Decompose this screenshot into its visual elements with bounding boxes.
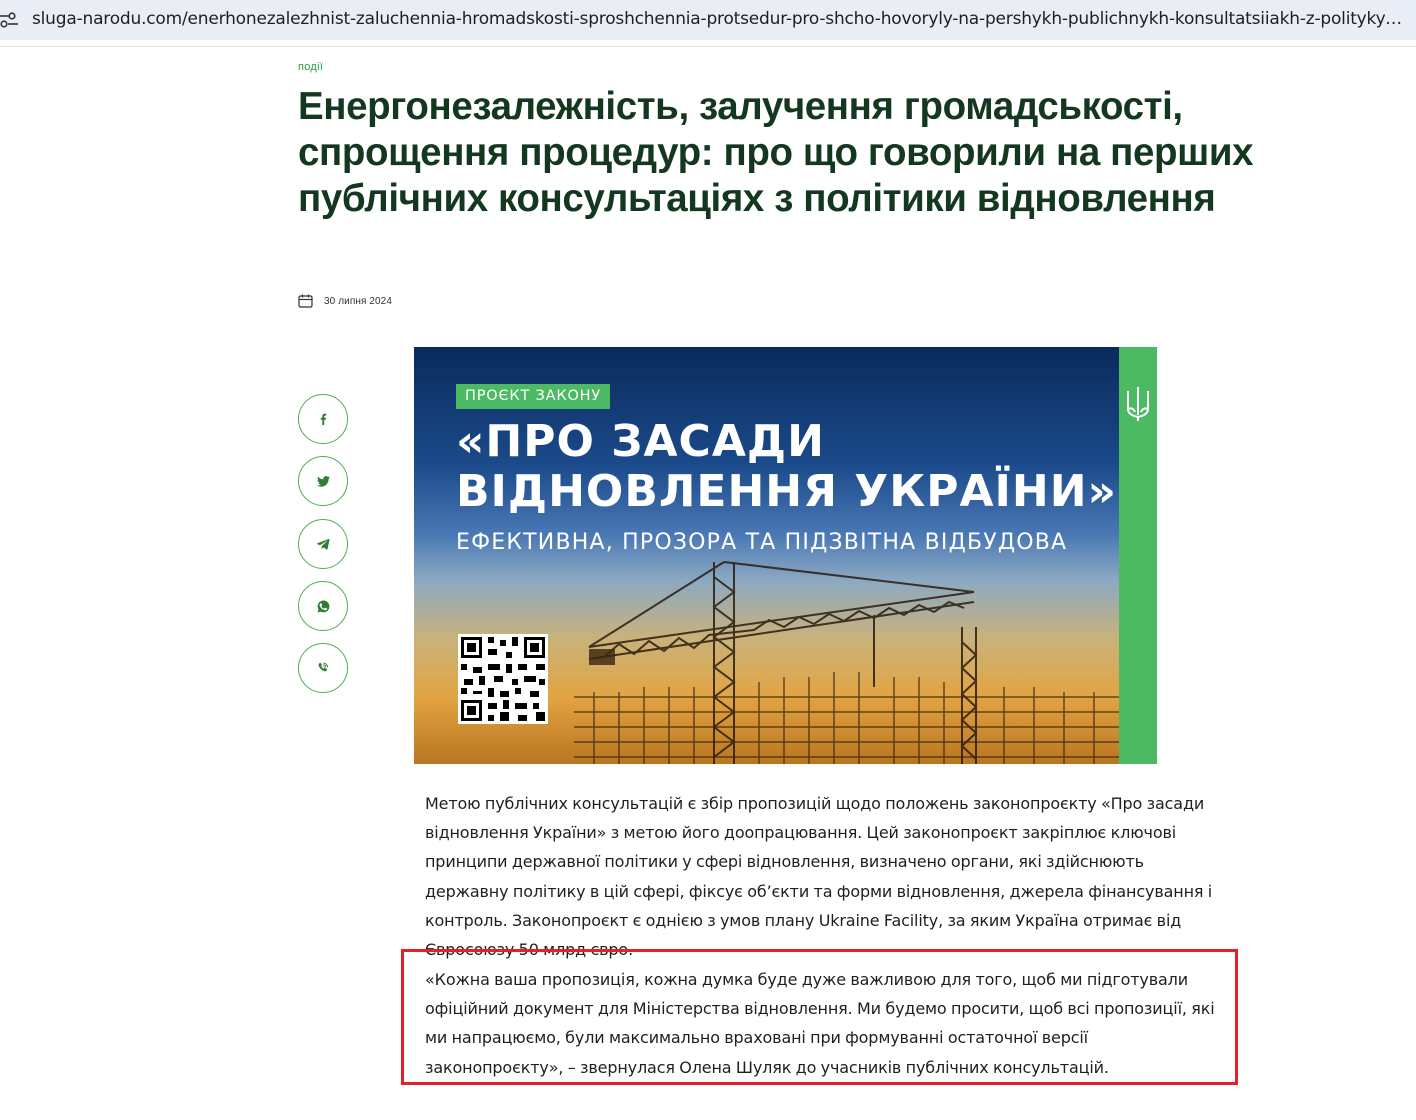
share-facebook-button[interactable]	[298, 394, 348, 444]
qr-code-icon	[458, 634, 548, 724]
calendar-icon	[298, 294, 313, 308]
address-bar[interactable]: sluga-narodu.com/enerhonezalezhnist-zalu…	[0, 0, 1416, 40]
article-paragraph: Метою публічних консультацій є збір проп…	[425, 794, 1213, 960]
telegram-icon	[316, 538, 330, 550]
share-twitter-button[interactable]	[298, 456, 348, 506]
viber-icon	[318, 662, 329, 672]
highlight-annotation-box	[401, 949, 1238, 1085]
article-title: Енергонезалежність, залучення громадсько…	[298, 85, 1254, 220]
banner-tag: ПРОЄКТ ЗАКОНУ	[456, 384, 611, 409]
article-date: 30 липня 2024	[298, 293, 392, 309]
whatsapp-icon	[317, 600, 329, 612]
divider	[0, 46, 1416, 47]
site-settings-icon[interactable]	[0, 10, 18, 30]
url-text[interactable]: sluga-narodu.com/enerhonezalezhnist-zalu…	[32, 9, 1404, 29]
share-whatsapp-button[interactable]	[298, 581, 348, 631]
banner-title-line2: ВІДНОВЛЕННЯ УКРАЇНИ»	[456, 466, 1117, 517]
facebook-icon	[320, 413, 327, 425]
twitter-icon	[316, 475, 330, 487]
category-link[interactable]: події	[298, 61, 323, 73]
share-viber-button[interactable]	[298, 643, 348, 693]
article-banner-image: ПРОЄКТ ЗАКОНУ «ПРО ЗАСАДИ ВІДНОВЛЕННЯ УК…	[414, 347, 1157, 764]
banner-subtitle: ЕФЕКТИВНА, ПРОЗОРА ТА ПІДЗВІТНА ВІДБУДОВ…	[456, 530, 1068, 555]
banner-title-line1: «ПРО ЗАСАДИ	[456, 416, 825, 467]
share-telegram-button[interactable]	[298, 519, 348, 569]
date-text: 30 липня 2024	[324, 295, 392, 307]
trident-icon	[1127, 387, 1149, 421]
